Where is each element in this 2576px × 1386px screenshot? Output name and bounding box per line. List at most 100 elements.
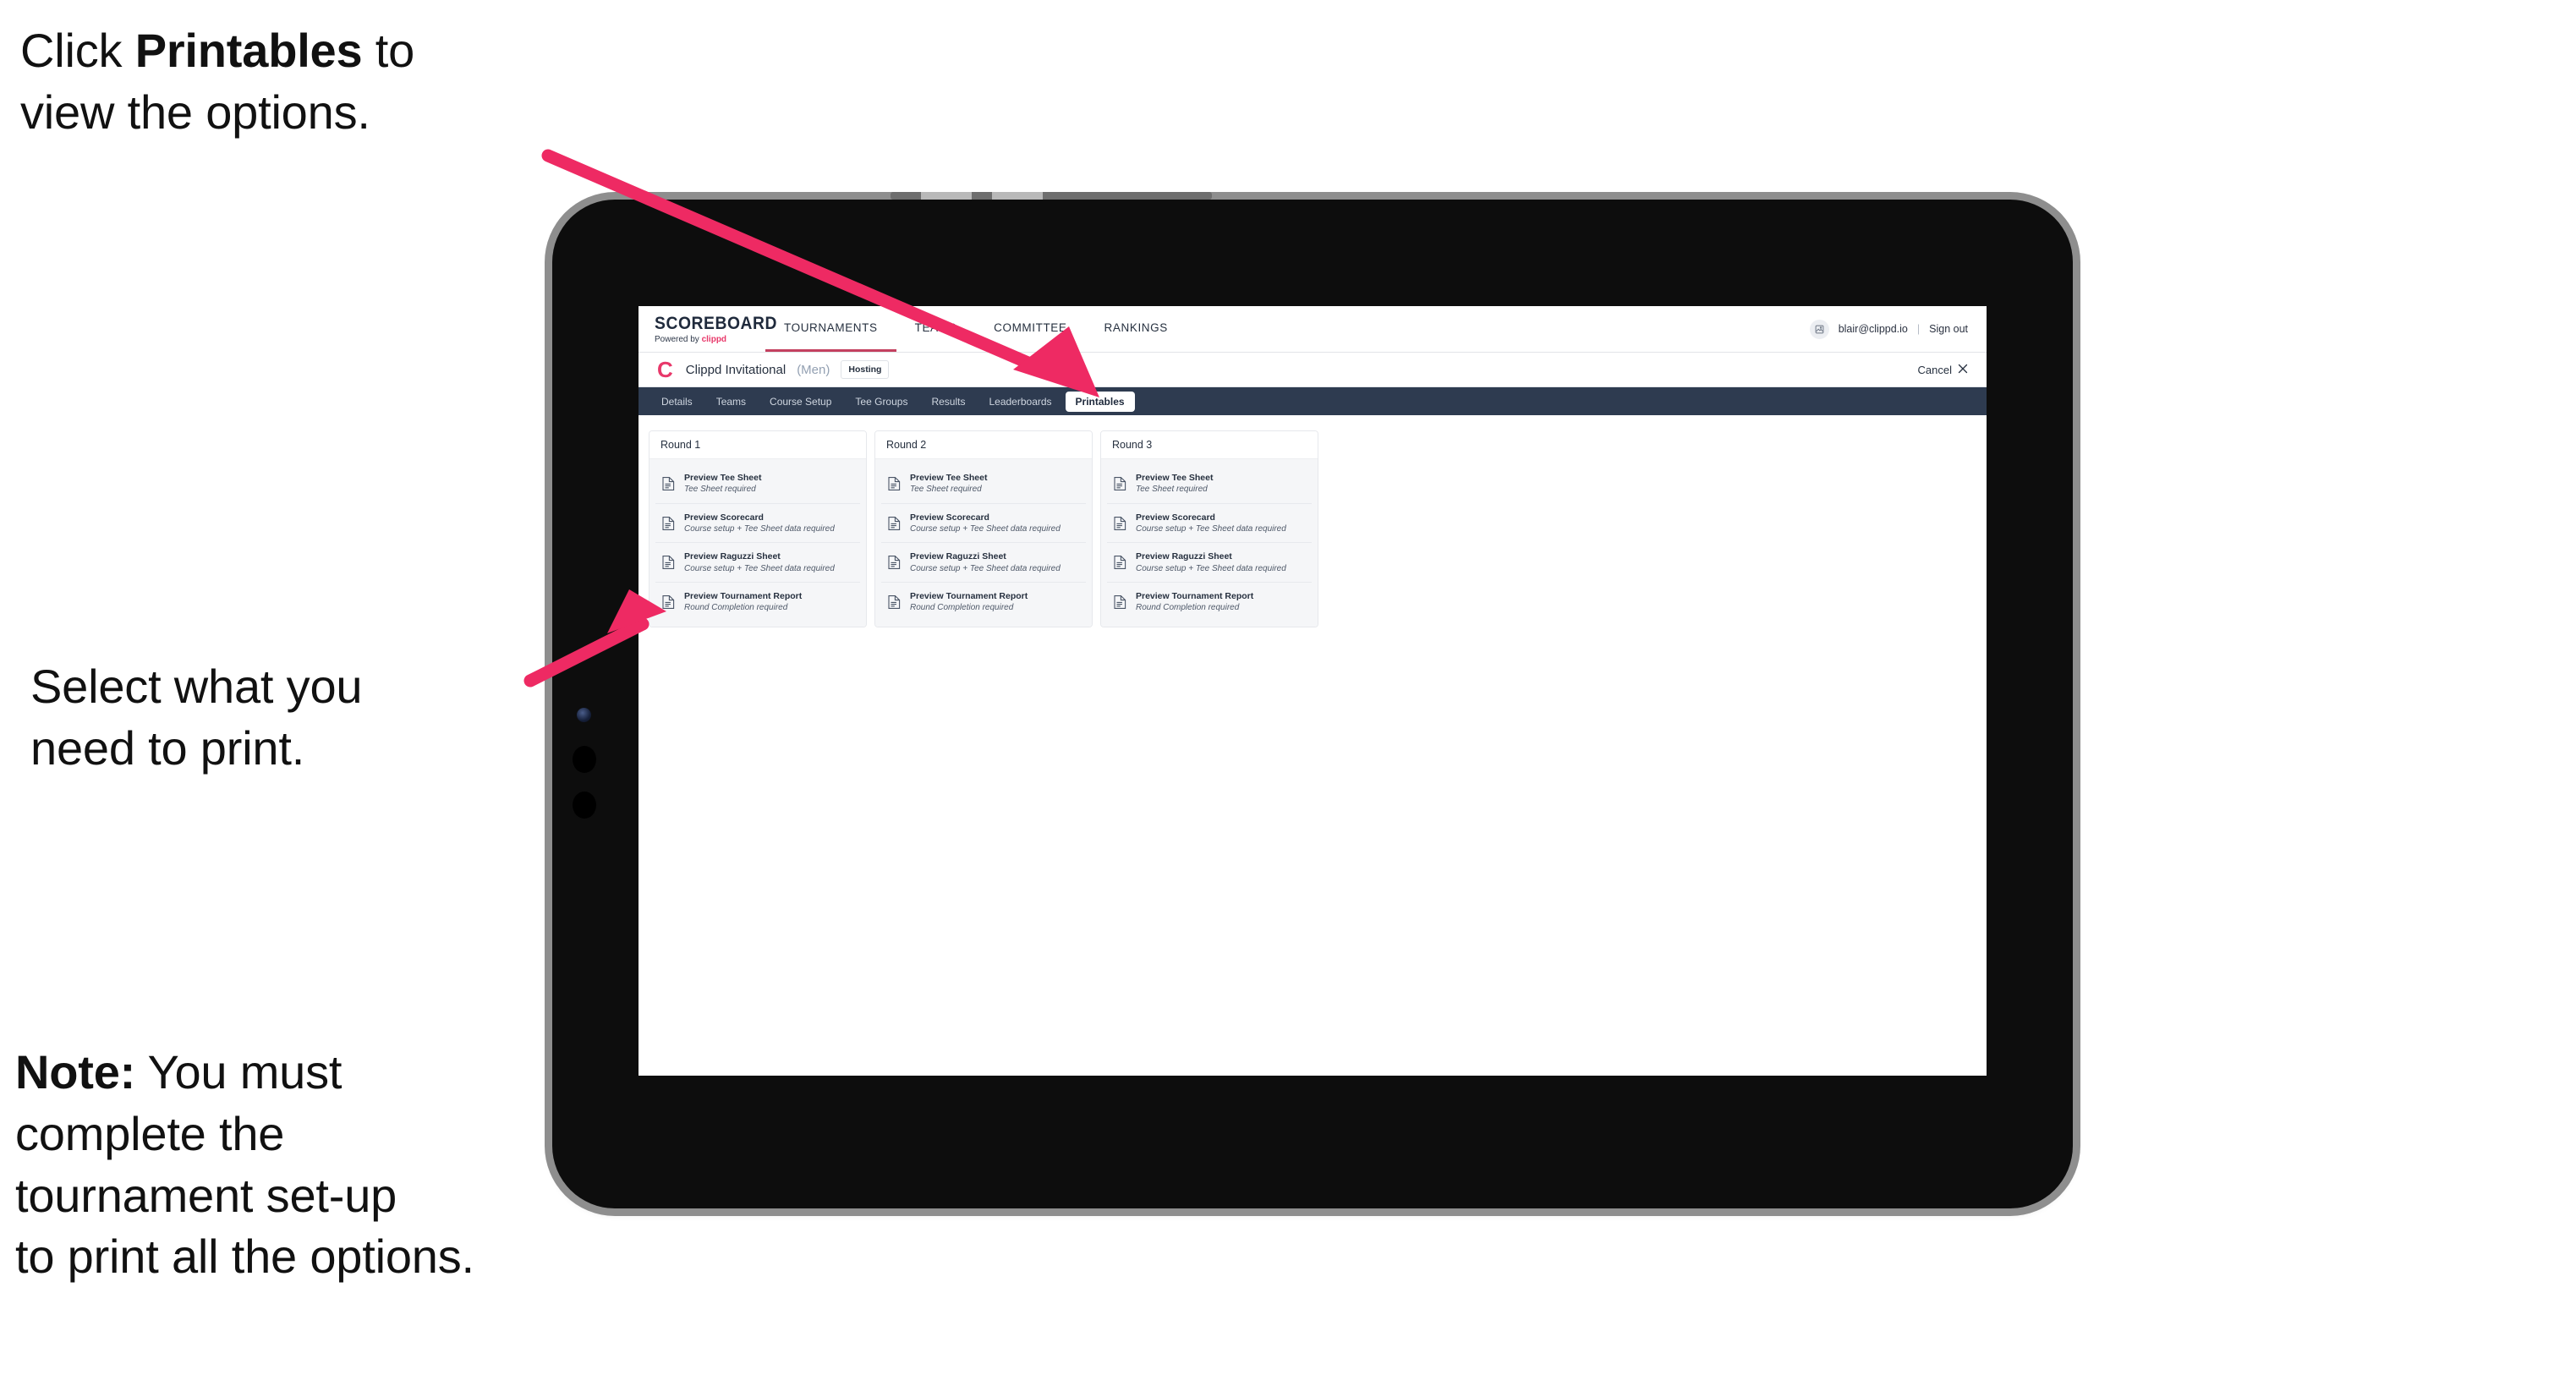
tab-teams[interactable]: Teams — [706, 392, 756, 412]
annotation-note-bold: Note: — [15, 1045, 136, 1098]
annotation-click-printables: Click Printables to view the options. — [20, 20, 562, 144]
document-icon — [888, 594, 901, 610]
nav-item-rankings[interactable]: RANKINGS — [1086, 306, 1187, 352]
annotation-top-part1: Click — [20, 24, 135, 77]
document-icon — [1114, 594, 1126, 610]
printable-title: Preview Scorecard — [684, 512, 764, 523]
printable-row[interactable]: Preview Tee Sheet Tee Sheet required — [1107, 464, 1312, 504]
printable-title: Preview Tournament Report — [1136, 591, 1254, 602]
printable-subtitle: Course setup + Tee Sheet data required — [684, 523, 835, 534]
printable-subtitle: Course setup + Tee Sheet data required — [910, 523, 1061, 534]
sign-out-link[interactable]: Sign out — [1929, 323, 1968, 335]
document-icon — [662, 555, 675, 570]
tab-printables[interactable]: Printables — [1065, 391, 1135, 412]
printable-subtitle: Tee Sheet required — [684, 485, 756, 495]
printable-subtitle: Round Completion required — [684, 603, 788, 613]
clippd-logo-mark-icon: C — [657, 357, 673, 382]
logo-wordmark: SCOREBOARD — [655, 313, 778, 333]
tournament-name: Clippd Invitational — [685, 362, 787, 377]
printable-title: Preview Tee Sheet — [684, 473, 762, 483]
round-title-2: Round 2 — [875, 431, 1092, 459]
round-card-1: Round 1 Preview Tee Sheet Tee Sheet requ… — [649, 430, 867, 627]
user-separator: | — [1916, 323, 1921, 335]
document-icon — [888, 555, 901, 570]
printable-row[interactable]: Preview Tee Sheet Tee Sheet required — [881, 464, 1086, 504]
printable-row[interactable]: Preview Tournament Report Round Completi… — [655, 583, 860, 622]
round-items-2: Preview Tee Sheet Tee Sheet required Pre… — [875, 459, 1092, 627]
cancel-label: Cancel — [1917, 363, 1952, 376]
printable-title: Preview Tee Sheet — [910, 473, 988, 483]
scoreboard-logo[interactable]: SCOREBOARD Powered by clippd — [639, 306, 778, 352]
tab-leaderboards[interactable]: Leaderboards — [978, 392, 1061, 412]
device-camera-icon — [577, 708, 591, 722]
printable-row[interactable]: Preview Scorecard Course setup + Tee She… — [655, 503, 860, 544]
document-icon — [888, 476, 901, 491]
user-account-area: blair@clippd.io | Sign out — [1809, 306, 1987, 352]
tournament-header-bar: C Clippd Invitational (Men) Hosting Canc… — [639, 353, 1987, 387]
document-icon — [888, 516, 901, 531]
tab-course-setup[interactable]: Course Setup — [759, 392, 841, 412]
tab-results[interactable]: Results — [921, 392, 975, 412]
printable-subtitle: Tee Sheet required — [910, 485, 982, 495]
printable-title: Preview Raguzzi Sheet — [684, 551, 781, 562]
round-items-1: Preview Tee Sheet Tee Sheet required Pre… — [649, 459, 866, 627]
printable-row[interactable]: Preview Raguzzi Sheet Course setup + Tee… — [655, 543, 860, 583]
device-volume-down-button[interactable] — [573, 792, 596, 819]
printable-texts: Preview Scorecard Course setup + Tee She… — [1136, 512, 1286, 535]
document-icon — [662, 516, 675, 531]
tab-tee-groups[interactable]: Tee Groups — [845, 392, 918, 412]
printable-title: Preview Tournament Report — [910, 591, 1028, 602]
logo-brand-clippd: clippd — [701, 334, 727, 344]
close-x-icon — [1958, 364, 1968, 376]
printable-title: Preview Scorecard — [1136, 512, 1215, 523]
printable-row[interactable]: Preview Tournament Report Round Completi… — [1107, 583, 1312, 622]
printable-texts: Preview Scorecard Course setup + Tee She… — [910, 512, 1061, 535]
printable-texts: Preview Tournament Report Round Completi… — [684, 590, 802, 614]
printable-row[interactable]: Preview Scorecard Course setup + Tee She… — [881, 503, 1086, 544]
nav-item-tournaments[interactable]: TOURNAMENTS — [765, 306, 896, 352]
printable-row[interactable]: Preview Raguzzi Sheet Course setup + Tee… — [1107, 543, 1312, 583]
printables-content: Round 1 Preview Tee Sheet Tee Sheet requ… — [639, 415, 1987, 643]
printable-texts: Preview Raguzzi Sheet Course setup + Tee… — [1136, 551, 1286, 574]
round-items-3: Preview Tee Sheet Tee Sheet required Pre… — [1101, 459, 1318, 627]
printable-subtitle: Round Completion required — [910, 603, 1014, 613]
printable-subtitle: Tee Sheet required — [1136, 485, 1208, 495]
nav-item-committee[interactable]: COMMITTEE — [975, 306, 1085, 352]
document-icon — [662, 594, 675, 610]
printable-subtitle: Course setup + Tee Sheet data required — [910, 563, 1061, 573]
logo-tagline: Powered by clippd — [655, 335, 765, 344]
printable-row[interactable]: Preview Tournament Report Round Completi… — [881, 583, 1086, 622]
tab-details[interactable]: Details — [651, 392, 703, 412]
printable-row[interactable]: Preview Tee Sheet Tee Sheet required — [655, 464, 860, 504]
device-speaker-grill — [891, 192, 1212, 200]
tournament-sub-navigation: Details Teams Course Setup Tee Groups Re… — [639, 387, 1987, 415]
tablet-device-frame: SCOREBOARD Powered by clippd TOURNAMENTS… — [552, 192, 2073, 1208]
round-title-3: Round 3 — [1101, 431, 1318, 459]
printable-title: Preview Raguzzi Sheet — [1136, 551, 1232, 562]
printable-texts: Preview Raguzzi Sheet Course setup + Tee… — [910, 551, 1061, 574]
app-top-bar: SCOREBOARD Powered by clippd TOURNAMENTS… — [639, 306, 1987, 353]
status-badge-hosting: Hosting — [841, 360, 890, 379]
printable-subtitle: Round Completion required — [1136, 603, 1240, 613]
round-card-3: Round 3 Preview Tee Sheet Tee Sheet requ… — [1100, 430, 1318, 627]
document-icon — [662, 476, 675, 491]
cancel-button[interactable]: Cancel — [1918, 364, 1968, 376]
user-email: blair@clippd.io — [1838, 323, 1908, 335]
annotation-select-print: Select what you need to print. — [30, 660, 363, 775]
round-title-1: Round 1 — [649, 431, 866, 459]
document-icon — [1114, 516, 1126, 531]
printable-texts: Preview Tournament Report Round Completi… — [910, 590, 1028, 614]
printable-texts: Preview Tee Sheet Tee Sheet required — [910, 472, 987, 496]
printable-texts: Preview Scorecard Course setup + Tee She… — [684, 512, 835, 535]
main-navigation: TOURNAMENTS TEAMS COMMITTEE RANKINGS — [765, 306, 1187, 352]
printable-texts: Preview Tee Sheet Tee Sheet required — [684, 472, 761, 496]
device-volume-up-button[interactable] — [573, 746, 596, 773]
printable-row[interactable]: Preview Raguzzi Sheet Course setup + Tee… — [881, 543, 1086, 583]
printable-texts: Preview Tee Sheet Tee Sheet required — [1136, 472, 1213, 496]
printable-row[interactable]: Preview Scorecard Course setup + Tee She… — [1107, 503, 1312, 544]
nav-item-teams[interactable]: TEAMS — [896, 306, 976, 352]
tournament-gender: (Men) — [797, 362, 830, 377]
document-icon — [1114, 476, 1126, 491]
printable-subtitle: Course setup + Tee Sheet data required — [1136, 523, 1286, 534]
user-avatar-icon[interactable] — [1809, 319, 1829, 339]
